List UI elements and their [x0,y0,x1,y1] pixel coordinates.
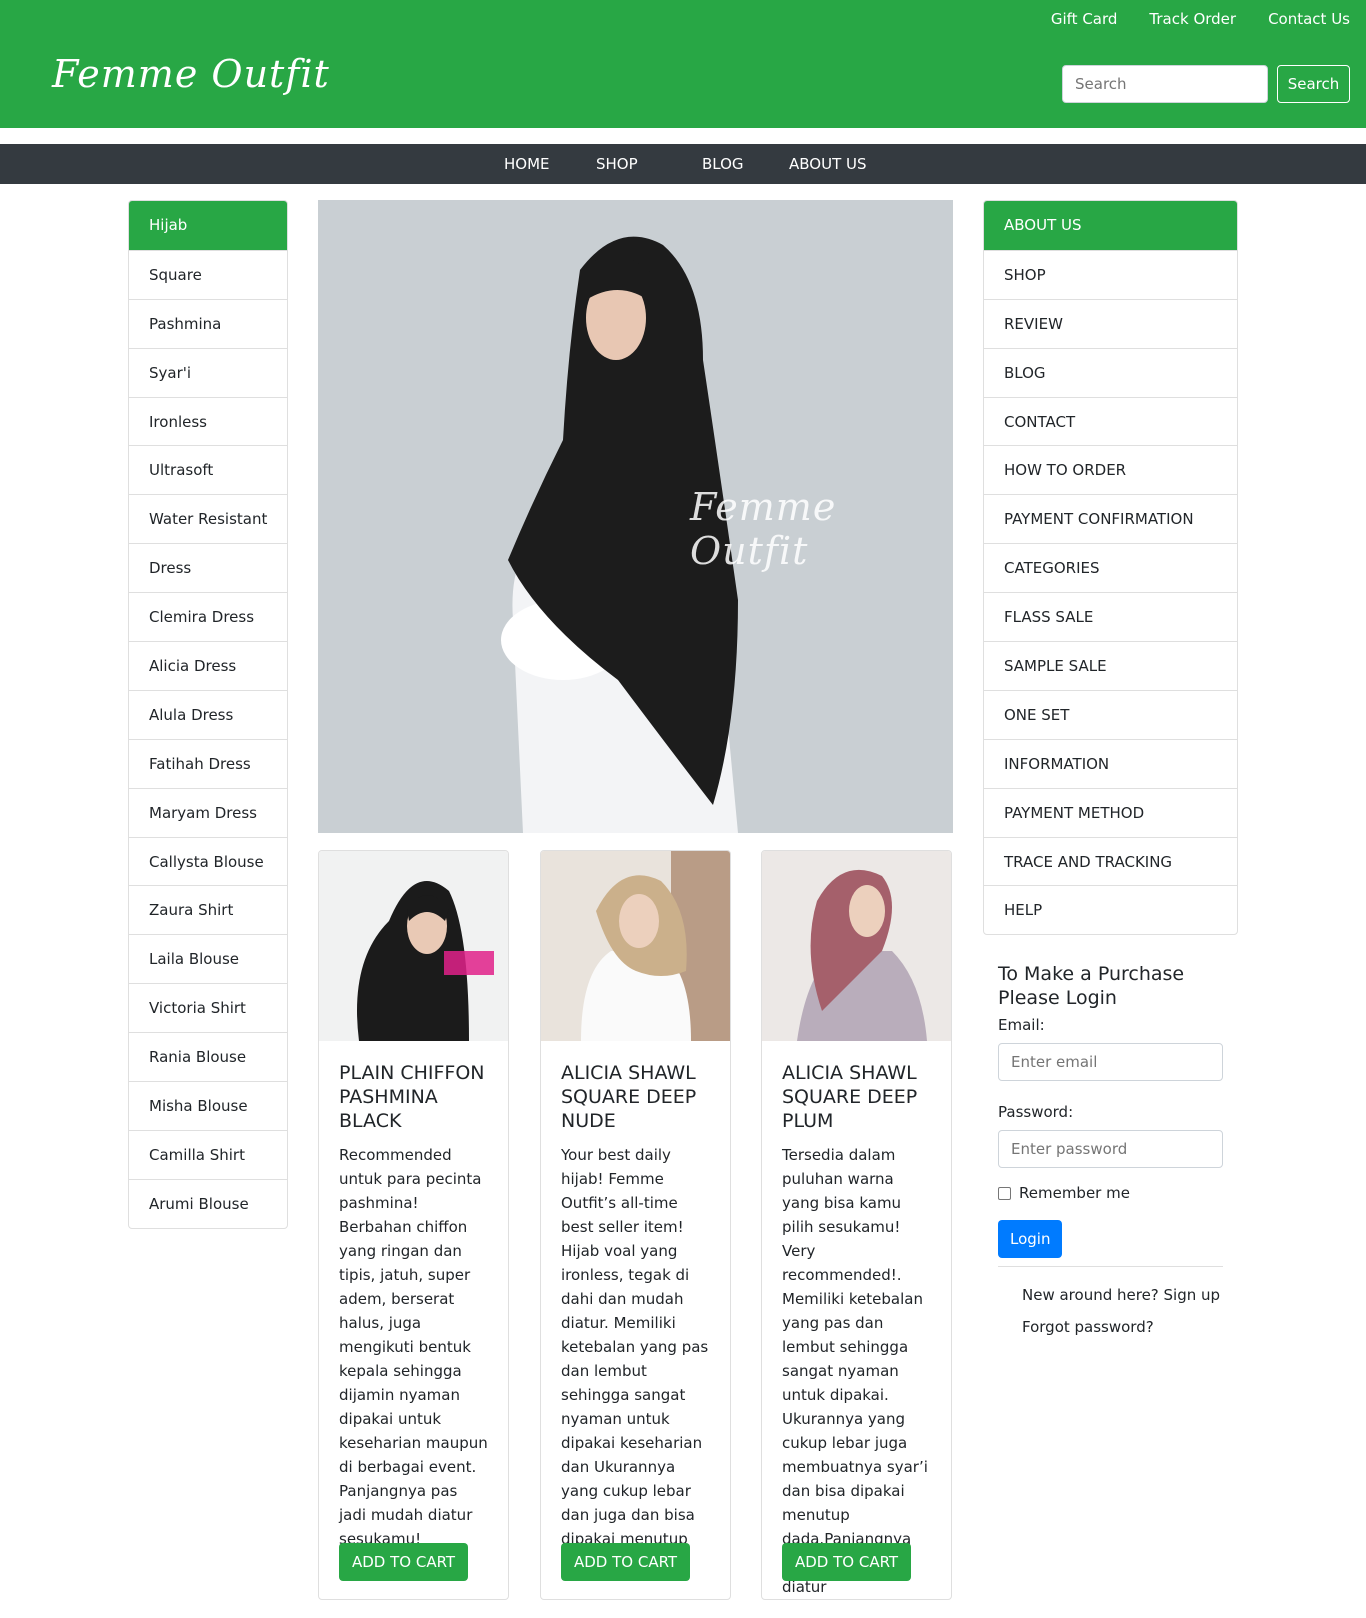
product-title[interactable]: ALICIA SHAWL SQUARE DEEP NUDE [561,1061,710,1133]
add-to-cart-button[interactable]: ADD TO CART [782,1543,912,1581]
nav-blog[interactable]: BLOG [702,155,744,173]
info-menu: ABOUT US SHOP REVIEW BLOG CONTACT HOW TO… [983,200,1238,936]
category-item[interactable]: Alula Dress [129,689,287,739]
login-heading: To Make a Purchase Please Login [998,963,1185,1009]
category-item[interactable]: Maryam Dress [129,787,287,837]
info-menu-item[interactable]: FLASS SALE [984,592,1237,641]
category-item[interactable]: Dress [129,543,287,592]
email-field[interactable] [998,1043,1223,1081]
category-item[interactable]: Clemira Dress [129,592,287,641]
product-description: Your best daily hijab! Femme Outfit’s al… [561,1146,709,1572]
product-title[interactable]: ALICIA SHAWL SQUARE DEEP PLUM [782,1061,931,1133]
forgot-password-link[interactable]: Forgot password? [998,1311,1223,1343]
info-menu-item[interactable]: CATEGORIES [984,543,1237,592]
category-item[interactable]: Pashmina [129,298,287,348]
add-to-cart-button[interactable]: ADD TO CART [339,1543,469,1581]
main-nav: HOME SHOP BLOG ABOUT US [0,144,1366,184]
category-item[interactable]: Hijab [129,201,287,250]
category-item[interactable]: Rania Blouse [129,1032,287,1081]
product-description: Tersedia dalam puluhan warna yang bisa k… [782,1146,928,1596]
category-item[interactable]: Zaura Shirt [129,885,287,934]
info-menu-item[interactable]: SHOP [984,249,1237,299]
login-button[interactable]: Login [998,1220,1063,1258]
info-menu-item[interactable]: PAYMENT CONFIRMATION [984,494,1237,543]
password-label: Password: [998,1103,1074,1121]
info-menu-item[interactable]: INFORMATION [984,738,1237,788]
category-item[interactable]: Alicia Dress [129,641,287,690]
info-menu-item[interactable]: CONTACT [984,396,1237,446]
gift-card-link[interactable]: Gift Card [1051,10,1118,28]
category-item[interactable]: Ultrasoft [129,445,287,494]
search-form: Search [1062,65,1350,103]
track-order-link[interactable]: Track Order [1149,10,1236,28]
divider [998,1266,1223,1267]
product-card: ALICIA SHAWL SQUARE DEEP PLUM Tersedia d… [761,850,952,1600]
contact-us-link[interactable]: Contact Us [1268,10,1350,28]
password-field[interactable] [998,1130,1223,1168]
category-item[interactable]: Laila Blouse [129,934,287,983]
info-menu-item[interactable]: SAMPLE SALE [984,641,1237,690]
category-item[interactable]: Camilla Shirt [129,1129,287,1179]
info-menu-item[interactable]: REVIEW [984,298,1237,348]
header-bar: Gift Card Track Order Contact Us Femme O… [0,0,1366,128]
search-input[interactable] [1062,65,1268,103]
nav-shop[interactable]: SHOP [596,155,638,173]
product-description: Recommended untuk para pecinta pashmina!… [339,1146,488,1548]
info-menu-item[interactable]: HELP [984,885,1237,934]
category-item[interactable]: Water Resistant [129,494,287,543]
signup-link[interactable]: New around here? Sign up [998,1279,1223,1311]
info-menu-item[interactable]: PAYMENT METHOD [984,787,1237,837]
category-item[interactable]: Ironless [129,396,287,446]
product-title[interactable]: PLAIN CHIFFON PASHMINA BLACK [339,1061,488,1133]
category-item[interactable]: Fatihah Dress [129,738,287,788]
top-links: Gift Card Track Order Contact Us [1051,10,1350,28]
product-card: ALICIA SHAWL SQUARE DEEP NUDE Your best … [540,850,731,1600]
hero-banner[interactable]: Femme Outfit [318,200,953,833]
remember-me: Remember me [998,1184,1223,1202]
email-label: Email: [998,1016,1045,1034]
info-menu-item[interactable]: TRACE AND TRACKING [984,836,1237,886]
add-to-cart-button[interactable]: ADD TO CART [561,1543,691,1581]
product-image[interactable] [762,851,951,1041]
product-image[interactable] [319,851,508,1041]
product-card: PLAIN CHIFFON PASHMINA BLACK Recommended… [318,850,509,1600]
category-item[interactable]: Callysta Blouse [129,836,287,886]
remember-checkbox[interactable] [998,1186,1011,1200]
category-list: Hijab Square Pashmina Syar'i Ironless Ul… [128,200,288,1229]
nav-about-us[interactable]: ABOUT US [789,155,867,173]
search-button[interactable]: Search [1277,65,1350,103]
category-item[interactable]: Misha Blouse [129,1081,287,1130]
category-item[interactable]: Victoria Shirt [129,983,287,1032]
info-menu-item[interactable]: BLOG [984,347,1237,397]
info-menu-item[interactable]: ONE SET [984,689,1237,739]
login-form: To Make a Purchase Please Login Email: P… [998,962,1223,1343]
category-item[interactable]: Square [129,249,287,299]
info-menu-item[interactable]: HOW TO ORDER [984,445,1237,494]
product-image[interactable] [541,851,730,1041]
nav-home[interactable]: HOME [504,155,550,173]
category-item[interactable]: Syar'i [129,347,287,397]
info-menu-item[interactable]: ABOUT US [984,201,1237,250]
remember-label: Remember me [1019,1184,1130,1202]
hero-watermark: Femme Outfit [690,485,837,573]
site-logo[interactable]: Femme Outfit [52,52,330,96]
category-item[interactable]: Arumi Blouse [129,1178,287,1228]
